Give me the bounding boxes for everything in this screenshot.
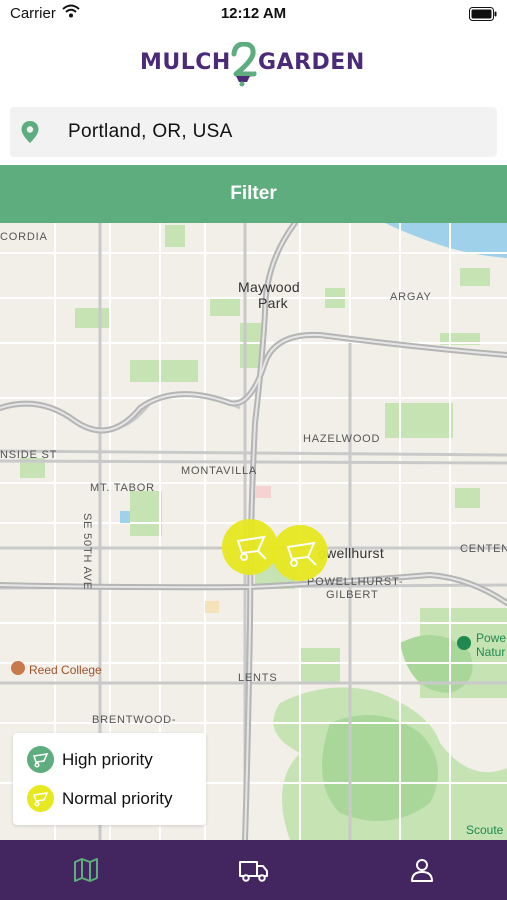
legend-high-label: High priority bbox=[62, 750, 153, 769]
map-marker-normal[interactable] bbox=[222, 519, 278, 575]
wheelbarrow-icon bbox=[286, 541, 317, 567]
map-label-maywood-park: Park bbox=[258, 295, 288, 311]
map-marker-normal[interactable] bbox=[272, 525, 328, 581]
tab-bar bbox=[0, 840, 507, 900]
location-pin-icon bbox=[20, 120, 40, 149]
app-logo: MULCH GARDEN bbox=[0, 41, 507, 88]
map-label-powell-butte: Powe bbox=[476, 631, 507, 645]
filter-button[interactable]: Filter bbox=[0, 165, 507, 223]
map-label-maywood: Maywood bbox=[238, 279, 301, 295]
map-label-centennial: CENTENN bbox=[460, 543, 507, 555]
battery-icon bbox=[469, 7, 497, 26]
map-label-se-50th-ave: SE 50TH AVE bbox=[81, 513, 93, 591]
map-label-inside-st: NSIDE ST bbox=[0, 449, 58, 461]
wheelbarrow-icon bbox=[236, 535, 267, 561]
tab-profile[interactable] bbox=[402, 854, 442, 886]
truck-icon bbox=[239, 861, 268, 882]
map-label-gilbert: GILBERT bbox=[326, 589, 379, 601]
map-label-reed-college: Reed College bbox=[29, 663, 102, 677]
user-icon bbox=[411, 859, 433, 882]
logo-word-mulch: MULCH bbox=[140, 50, 231, 75]
map-label-montavilla: MONTAVILLA bbox=[181, 465, 258, 477]
priority-legend: High priority Normal priority bbox=[13, 733, 206, 825]
legend-normal-label: Normal priority bbox=[62, 789, 173, 808]
map-label-nature: Natur bbox=[476, 645, 506, 659]
location-search-field[interactable]: Portland, OR, USA bbox=[10, 107, 497, 157]
clock: 12:12 AM bbox=[220, 5, 287, 22]
high-priority-wheelbarrow-icon bbox=[27, 746, 54, 773]
logo-wheelbarrow-icon bbox=[230, 41, 258, 93]
map-label-lents: LENTS bbox=[238, 672, 278, 684]
location-search-value[interactable]: Portland, OR, USA bbox=[68, 121, 233, 143]
map-icon bbox=[74, 858, 98, 882]
logo-word-garden: GARDEN bbox=[258, 50, 365, 75]
map-label-argay: ARGAY bbox=[390, 291, 432, 303]
status-bar: Carrier 12:12 AM bbox=[0, 0, 507, 30]
map-label-hazelwood: HAZELWOOD bbox=[303, 433, 381, 445]
map-label-brentwood: BRENTWOOD- bbox=[92, 714, 177, 726]
map-label-mt-tabor: MT. TABOR bbox=[90, 482, 155, 494]
map-label-concordia: CORDIA bbox=[0, 231, 48, 243]
tab-deliveries[interactable] bbox=[234, 854, 274, 886]
tab-map[interactable] bbox=[66, 854, 106, 886]
map-label-scouters: Scoute bbox=[466, 823, 504, 837]
normal-priority-wheelbarrow-icon bbox=[27, 785, 54, 812]
